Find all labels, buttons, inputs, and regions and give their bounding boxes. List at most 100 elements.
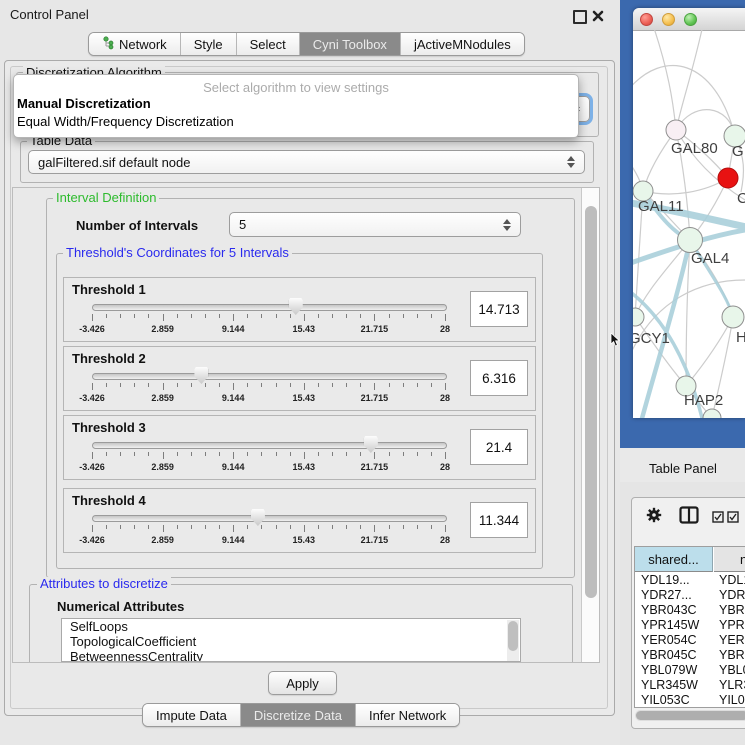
slider-tick <box>290 525 291 529</box>
gear-icon[interactable] <box>645 506 663 529</box>
table-row[interactable]: YLR345WYLR3 <box>635 678 745 693</box>
slider-tick <box>346 452 347 456</box>
zoom-traffic-icon[interactable] <box>684 13 697 26</box>
num-intervals-combobox[interactable]: 5 <box>229 212 521 237</box>
bottom-tab-impute-data[interactable]: Impute Data <box>143 704 240 726</box>
slider-tick <box>290 314 291 318</box>
slider-track[interactable] <box>92 304 447 311</box>
algorithm-dropdown-popup: Select algorithm to view settings Manual… <box>13 74 579 138</box>
node-gcy1 <box>633 308 644 326</box>
table-data-combobox[interactable]: galFiltered.sif default node <box>28 150 585 174</box>
split-columns-icon[interactable] <box>679 506 699 529</box>
cell-name: YPR1 <box>719 618 745 632</box>
bottom-tab-discretize-data[interactable]: Discretize Data <box>240 704 355 726</box>
table-panel-box: shared... na YDL19...YDL1YDR27...YDR2YBR… <box>631 497 745 729</box>
slider-tick <box>360 452 361 456</box>
label-gal11: GAL11 <box>638 198 684 215</box>
attribute-item-betweennesscentrality[interactable]: BetweennessCentrality <box>62 649 520 662</box>
close-icon[interactable] <box>591 9 605 23</box>
settings-scrollbar[interactable] <box>581 188 599 662</box>
threshold-value-field[interactable]: 14.713 <box>470 291 528 327</box>
scrollbar-thumb[interactable] <box>585 206 597 598</box>
slider-tick-label: 21.715 <box>361 462 389 472</box>
attribute-item-topologicalcoefficient[interactable]: TopologicalCoefficient <box>62 634 520 649</box>
slider-tick <box>106 314 107 318</box>
slider-tick <box>290 383 291 387</box>
table-row[interactable]: YPR145WYPR1 <box>635 618 745 633</box>
threshold-value-field[interactable]: 21.4 <box>470 429 528 465</box>
tab-style[interactable]: Style <box>180 33 236 55</box>
table-row[interactable]: YIL053CYIL0 <box>635 693 745 708</box>
column-header-shared[interactable]: shared... <box>635 547 713 572</box>
slider-tick <box>360 383 361 387</box>
tab-select[interactable]: Select <box>236 33 299 55</box>
table-row[interactable]: YDL19...YDL1 <box>635 573 745 588</box>
network-view-window[interactable]: GAL80 G GAL11 C GAL4 GCY1 H HAP2 <box>633 8 745 418</box>
slider-tick <box>304 525 305 532</box>
slider-track[interactable] <box>92 373 447 380</box>
list-scrollbar[interactable] <box>507 620 519 662</box>
slider-tick <box>290 452 291 456</box>
network-tree-icon <box>102 36 114 53</box>
tab-network[interactable]: Network <box>89 33 180 55</box>
tab-label: Network <box>119 37 167 52</box>
slider-tick <box>403 452 404 456</box>
minimize-traffic-icon[interactable] <box>662 13 675 26</box>
slider-handle[interactable] <box>251 509 265 526</box>
slider-track[interactable] <box>92 515 447 522</box>
float-window-icon[interactable] <box>573 10 587 24</box>
hscrollbar-thumb[interactable] <box>636 711 745 720</box>
table-row[interactable]: YBR045CYBR0 <box>635 648 745 663</box>
column-header-name[interactable]: na <box>714 547 745 572</box>
slider-handle[interactable] <box>289 298 303 315</box>
tab-label: Style <box>194 37 223 52</box>
slider-handle[interactable] <box>364 436 378 453</box>
tab-jactivemnodules[interactable]: jActiveMNodules <box>400 33 524 55</box>
slider-tick <box>332 383 333 387</box>
numerical-attributes-list[interactable]: SelfLoopsTopologicalCoefficientBetweenne… <box>61 618 521 662</box>
slider-tick <box>431 383 432 387</box>
table-row[interactable]: YBR043CYBR0 <box>635 603 745 618</box>
table-row[interactable]: YER054CYER0 <box>635 633 745 648</box>
node-table[interactable]: shared... na YDL19...YDL1YDR27...YDR2YBR… <box>634 546 745 708</box>
cell-name: YBR0 <box>719 603 745 617</box>
slider-tick <box>92 383 93 390</box>
slider-track[interactable] <box>92 442 447 449</box>
slider-tick <box>445 383 446 390</box>
combo-stepper-icon <box>567 156 576 168</box>
slider-tick <box>148 452 149 456</box>
attribute-item-selfloops[interactable]: SelfLoops <box>62 619 520 634</box>
table-row[interactable]: YBL079WYBL0 <box>635 663 745 678</box>
threshold-value-field[interactable]: 6.316 <box>470 360 528 396</box>
label-gal4: GAL4 <box>691 250 729 267</box>
network-window-titlebar[interactable] <box>633 8 745 31</box>
slider-tick <box>233 383 234 390</box>
slider-tick-label: 21.715 <box>361 535 389 545</box>
slider-tick <box>431 452 432 456</box>
slider-tick <box>304 383 305 390</box>
checkbox-rows-icon[interactable] <box>727 510 739 528</box>
slider-tick <box>106 452 107 456</box>
table-row[interactable]: YDR27...YDR2 <box>635 588 745 603</box>
table-hscrollbar[interactable] <box>635 710 745 721</box>
slider-tick <box>332 525 333 529</box>
tab-cyni-toolbox[interactable]: Cyni Toolbox <box>299 33 400 55</box>
table-panel-header: Table Panel <box>620 448 745 483</box>
slider-tick-label: -3.426 <box>79 535 105 545</box>
slider-tick <box>261 314 262 318</box>
close-traffic-icon[interactable] <box>640 13 653 26</box>
checkbox-columns-icon[interactable] <box>712 510 724 528</box>
tab-label: Discretize Data <box>254 708 342 723</box>
label-hap2: HAP2 <box>684 392 723 409</box>
apply-button[interactable]: Apply <box>268 671 337 695</box>
slider-tick <box>205 314 206 318</box>
slider-tick-label: 21.715 <box>361 393 389 403</box>
popup-option-equal-width-frequency-discretization[interactable]: Equal Width/Frequency Discretization <box>14 113 578 131</box>
popup-option-manual-discretization[interactable]: Manual Discretization <box>14 95 578 113</box>
threshold-value-field[interactable]: 11.344 <box>470 502 528 538</box>
slider-tick-label: 2.859 <box>151 462 174 472</box>
slider-tick <box>233 314 234 321</box>
slider-handle[interactable] <box>194 367 208 384</box>
bottom-tab-infer-network[interactable]: Infer Network <box>355 704 459 726</box>
network-graph[interactable]: GAL80 G GAL11 C GAL4 GCY1 H HAP2 <box>633 30 745 418</box>
